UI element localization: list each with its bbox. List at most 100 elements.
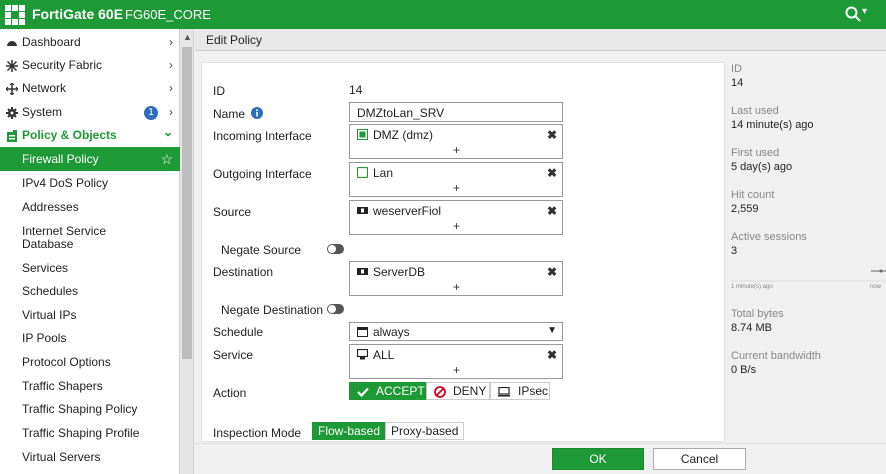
sidebar-item-ipv4-dos-policy[interactable]: IPv4 DoS Policy <box>0 172 180 195</box>
monitor-icon <box>498 387 510 397</box>
sidebar-item-addresses[interactable]: Addresses <box>0 196 180 219</box>
flow-based-label: Flow-based <box>318 424 381 438</box>
sidebar-item-virtual-ips[interactable]: Virtual IPs <box>0 304 180 327</box>
sidebar-item-label: Firewall Policy <box>22 152 99 166</box>
dmz-interface-icon <box>357 129 368 140</box>
scroll-up-icon[interactable]: ▲ <box>183 32 192 42</box>
scrollbar-thumb[interactable] <box>182 47 192 359</box>
name-input[interactable]: DMZtoLan_SRV <box>349 102 563 122</box>
sidebar-item-traffic-shaping-profile[interactable]: Traffic Shaping Profile <box>0 422 180 445</box>
negate-destination-toggle[interactable] <box>327 304 344 314</box>
sidebar-item-label: Dashboard <box>22 35 81 49</box>
outgoing-interface-label: Outgoing Interface <box>213 167 312 181</box>
sidebar-item-internet-service-database[interactable]: Internet Service Database <box>0 222 180 254</box>
proxy-based-button[interactable]: Proxy-based <box>385 422 465 440</box>
policy-form: ID 14 Name DMZtoLan_SRV Incoming Interfa… <box>201 62 725 442</box>
sidebar: Dashboard › Security Fabric › Network › … <box>0 29 180 474</box>
sidebar-item-label: Virtual Servers <box>22 450 101 464</box>
remove-entry-icon[interactable]: ✖ <box>547 265 557 279</box>
check-icon <box>357 387 369 397</box>
sidebar-item-security-fabric[interactable]: Security Fabric › <box>0 54 180 77</box>
sidebar-item-label: Services <box>22 261 69 275</box>
sidebar-item-label: IPv4 DoS Policy <box>22 176 109 190</box>
add-entry-icon[interactable]: + <box>453 181 460 195</box>
destination-field[interactable]: ServerDB ✖ + <box>349 261 563 296</box>
add-entry-icon[interactable]: + <box>453 219 460 233</box>
add-entry-icon[interactable]: + <box>453 143 460 157</box>
sidebar-item-policy-objects[interactable]: Policy & Objects ⌄ <box>0 124 180 147</box>
search-icon[interactable] <box>845 6 861 22</box>
hit-count-value: 2,559 <box>731 203 759 215</box>
incoming-interface-field[interactable]: DMZ (dmz) ✖ + <box>349 124 563 159</box>
active-sessions-value: 3 <box>731 245 738 257</box>
chevron-right-icon: › <box>169 58 173 72</box>
remove-entry-icon[interactable]: ✖ <box>547 128 557 142</box>
sidebar-item-label: Traffic Shaping Policy <box>22 402 138 416</box>
schedule-icon <box>357 327 368 337</box>
add-entry-icon[interactable]: + <box>453 280 460 294</box>
outgoing-interface-field[interactable]: Lan ✖ + <box>349 162 563 197</box>
source-field[interactable]: weserverFiol ✖ + <box>349 200 563 235</box>
sidebar-item-protocol-options[interactable]: Protocol Options <box>0 351 180 374</box>
cancel-button[interactable]: Cancel <box>653 448 746 470</box>
schedule-select[interactable]: always ▼ <box>349 322 563 341</box>
search-dropdown-caret-icon[interactable]: ▾ <box>862 6 867 17</box>
sidebar-item-virtual-servers[interactable]: Virtual Servers <box>0 446 180 469</box>
ok-button[interactable]: OK <box>552 448 644 470</box>
policy-statistics-panel: ID 14 Last used 14 minute(s) ago First u… <box>731 62 886 442</box>
deny-button[interactable]: DENY <box>426 382 490 400</box>
info-icon[interactable] <box>251 107 263 119</box>
fortinet-logo-icon <box>5 5 25 25</box>
address-object-icon <box>357 268 368 275</box>
remove-entry-icon[interactable]: ✖ <box>547 204 557 218</box>
remove-entry-icon[interactable]: ✖ <box>547 166 557 180</box>
chevron-down-icon[interactable]: ▼ <box>547 325 557 336</box>
add-entry-icon[interactable]: + <box>453 363 460 377</box>
total-bytes-value: 8.74 MB <box>731 322 772 334</box>
sidebar-item-network[interactable]: Network › <box>0 77 180 100</box>
first-used-value: 5 day(s) ago <box>731 161 793 173</box>
name-input-value: DMZtoLan_SRV <box>357 106 445 120</box>
lan-interface-icon <box>357 167 368 178</box>
service-field[interactable]: ALL ✖ + <box>349 344 563 379</box>
sidebar-item-dashboard[interactable]: Dashboard › <box>0 31 180 54</box>
sidebar-item-firewall-policy[interactable]: Firewall Policy ☆ <box>0 147 180 171</box>
sidebar-scrollbar[interactable]: ▲ <box>180 29 194 474</box>
name-label: Name <box>213 107 246 121</box>
star-favorite-icon[interactable]: ☆ <box>160 147 173 171</box>
incoming-interface-entry: DMZ (dmz) <box>357 128 433 142</box>
outgoing-interface-value: Lan <box>373 166 394 180</box>
sessions-sparkline <box>731 269 886 282</box>
incoming-interface-value: DMZ (dmz) <box>373 128 433 142</box>
stat-id-value: 14 <box>731 77 744 89</box>
dashboard-icon <box>7 41 17 46</box>
id-value: 14 <box>349 83 363 97</box>
remove-entry-icon[interactable]: ✖ <box>547 348 557 362</box>
sidebar-item-label: Virtual IPs <box>22 308 77 322</box>
notification-badge: 1 <box>144 106 158 120</box>
sidebar-item-schedules[interactable]: Schedules <box>0 280 180 303</box>
service-value: ALL <box>373 348 395 362</box>
sidebar-item-ip-pools[interactable]: IP Pools <box>0 327 180 350</box>
service-icon <box>357 349 368 360</box>
sidebar-item-services[interactable]: Services <box>0 257 180 280</box>
flow-based-button[interactable]: Flow-based <box>312 422 387 440</box>
sidebar-item-label: Network <box>22 81 67 95</box>
sidebar-item-traffic-shapers[interactable]: Traffic Shapers <box>0 375 180 398</box>
dialog-footer: OK Cancel <box>195 443 886 474</box>
sidebar-item-traffic-shaping-policy[interactable]: Traffic Shaping Policy <box>0 398 180 421</box>
negate-source-toggle[interactable] <box>327 244 344 254</box>
active-sessions-label: Active sessions <box>731 231 807 243</box>
accept-button[interactable]: ACCEPT <box>349 382 426 400</box>
service-entry: ALL <box>357 348 394 362</box>
sidebar-item-label: Policy & Objects <box>22 128 117 142</box>
sidebar-item-system[interactable]: System 1 › <box>0 101 180 124</box>
outgoing-interface-entry: Lan <box>357 166 393 180</box>
ipsec-button[interactable]: IPsec <box>490 382 550 400</box>
source-entry: weserverFiol <box>357 204 441 218</box>
sidebar-item-label: Security Fabric <box>22 58 103 72</box>
sidebar-item-label: Schedules <box>22 284 79 298</box>
address-object-icon <box>357 207 368 214</box>
device-model: FortiGate 60E <box>32 6 124 22</box>
source-value: weserverFiol <box>373 204 442 218</box>
